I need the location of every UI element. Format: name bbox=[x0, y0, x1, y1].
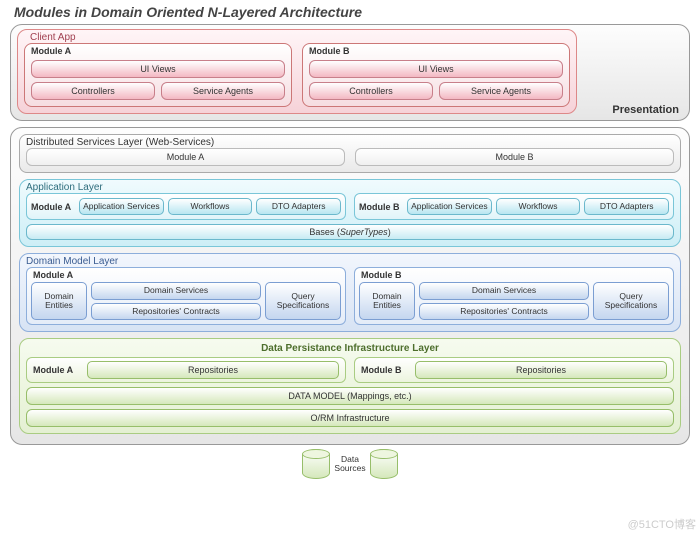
presentation-layer-label: Presentation bbox=[612, 104, 679, 116]
application-layer: Application Layer Module A Application S… bbox=[19, 179, 681, 247]
query-specs-box: Query Specifications bbox=[593, 282, 669, 320]
distributed-title: Distributed Services Layer (Web-Services… bbox=[26, 137, 674, 148]
domain-entities-box: Domain Entities bbox=[31, 282, 87, 320]
domain-title: Domain Model Layer bbox=[26, 256, 674, 267]
app-services-box: Application Services bbox=[79, 198, 164, 215]
application-title: Application Layer bbox=[26, 182, 674, 193]
module-label: Module B bbox=[361, 270, 402, 280]
app-module-b: Module B Application Services Workflows … bbox=[354, 193, 674, 220]
ui-views-box: UI Views bbox=[309, 60, 563, 78]
orm-box: O/RM Infrastructure bbox=[26, 409, 674, 427]
bases-em: SuperTypes bbox=[340, 227, 388, 237]
presentation-panel: Client App Module A UI Views Controllers… bbox=[10, 24, 690, 121]
module-label: Module B bbox=[361, 365, 409, 375]
domain-module-a: Module A Domain Entities Domain Services… bbox=[26, 267, 346, 325]
dto-adapters-box: DTO Adapters bbox=[256, 198, 341, 215]
database-icon bbox=[302, 449, 330, 479]
repositories-box: Repositories bbox=[87, 361, 339, 379]
service-agents-box: Service Agents bbox=[161, 82, 285, 100]
data-sources: Data Sources bbox=[0, 449, 700, 479]
persist-module-b: Module B Repositories bbox=[354, 357, 674, 383]
controllers-box: Controllers bbox=[31, 82, 155, 100]
module-b-label: Module B bbox=[309, 46, 563, 56]
data-model-box: DATA MODEL (Mappings, etc.) bbox=[26, 387, 674, 405]
presentation-module-a: Module A UI Views Controllers Service Ag… bbox=[24, 43, 292, 107]
repositories-box: Repositories bbox=[415, 361, 667, 379]
database-icon bbox=[370, 449, 398, 479]
module-label: Module A bbox=[33, 365, 81, 375]
persist-module-a: Module A Repositories bbox=[26, 357, 346, 383]
persistence-title: Data Persistance Infrastructure Layer bbox=[26, 343, 674, 354]
persistence-layer: Data Persistance Infrastructure Layer Mo… bbox=[19, 338, 681, 434]
data-sources-label: Data Sources bbox=[332, 455, 368, 474]
domain-entities-box: Domain Entities bbox=[359, 282, 415, 320]
domain-services-box: Domain Services bbox=[91, 282, 261, 299]
service-agents-box: Service Agents bbox=[439, 82, 563, 100]
bases-prefix: Bases ( bbox=[309, 227, 340, 237]
server-panel: Distributed Services Layer (Web-Services… bbox=[10, 127, 690, 445]
app-module-a: Module A Application Services Workflows … bbox=[26, 193, 346, 220]
controllers-box: Controllers bbox=[309, 82, 433, 100]
repositories-contracts-box: Repositories' Contracts bbox=[91, 303, 261, 320]
bases-box: Bases (SuperTypes) bbox=[26, 224, 674, 240]
repositories-contracts-box: Repositories' Contracts bbox=[419, 303, 589, 320]
domain-services-box: Domain Services bbox=[419, 282, 589, 299]
domain-module-b: Module B Domain Entities Domain Services… bbox=[354, 267, 674, 325]
module-label: Module B bbox=[359, 202, 403, 212]
query-specs-box: Query Specifications bbox=[265, 282, 341, 320]
workflows-box: Workflows bbox=[168, 198, 253, 215]
bases-suffix: ) bbox=[388, 227, 391, 237]
dist-module-b: Module B bbox=[355, 148, 674, 166]
watermark: @51CTO博客 bbox=[628, 516, 696, 532]
module-a-label: Module A bbox=[31, 46, 285, 56]
distributed-services-layer: Distributed Services Layer (Web-Services… bbox=[19, 134, 681, 173]
dist-module-a: Module A bbox=[26, 148, 345, 166]
diagram-title: Modules in Domain Oriented N-Layered Arc… bbox=[0, 0, 700, 22]
dto-adapters-box: DTO Adapters bbox=[584, 198, 669, 215]
client-app-box: Client App Module A UI Views Controllers… bbox=[17, 29, 577, 114]
app-services-box: Application Services bbox=[407, 198, 492, 215]
client-app-label: Client App bbox=[24, 32, 570, 43]
workflows-box: Workflows bbox=[496, 198, 581, 215]
module-label: Module A bbox=[33, 270, 73, 280]
domain-model-layer: Domain Model Layer Module A Domain Entit… bbox=[19, 253, 681, 332]
presentation-module-b: Module B UI Views Controllers Service Ag… bbox=[302, 43, 570, 107]
module-label: Module A bbox=[31, 202, 75, 212]
ui-views-box: UI Views bbox=[31, 60, 285, 78]
